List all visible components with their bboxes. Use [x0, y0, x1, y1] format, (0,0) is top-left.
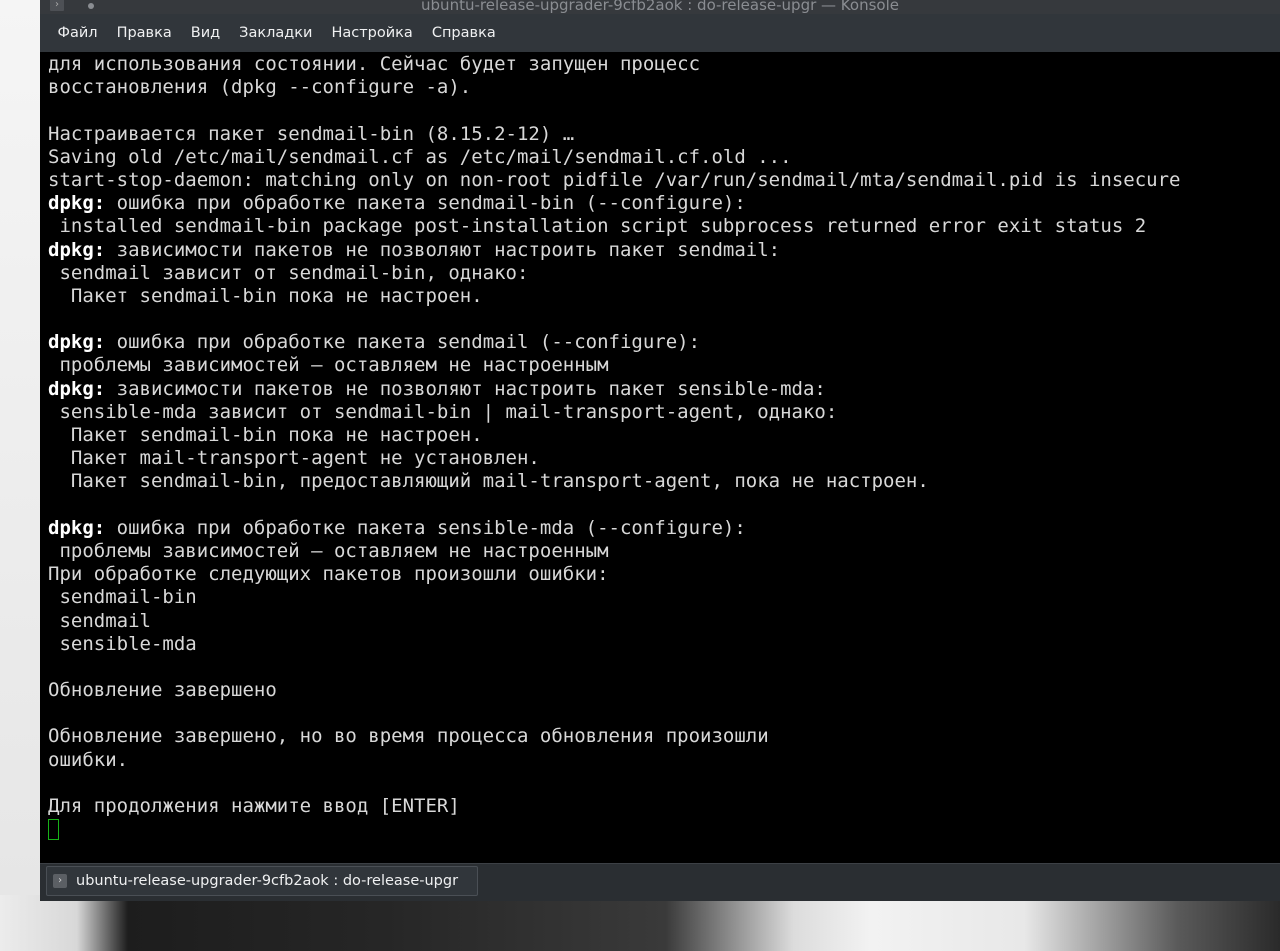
- tab-label: ubuntu-release-upgrader-9cfb2aok : do-re…: [76, 873, 459, 889]
- terminal-line: dpkg: ошибка при обработке пакета sensib…: [48, 517, 1280, 540]
- terminal-line-text: start-stop-daemon: matching only on non-…: [48, 168, 1181, 191]
- terminal-line-text: Saving old /etc/mail/sendmail.cf as /etc…: [48, 145, 792, 168]
- menu-item-0[interactable]: Файл: [48, 25, 107, 41]
- terminal-line: Saving old /etc/mail/sendmail.cf as /etc…: [48, 146, 1280, 169]
- terminal-line-text: зависимости пакетов не позволяют настрои…: [105, 238, 781, 261]
- terminal-lines: для использования состоянии. Сейчас буде…: [48, 53, 1280, 841]
- terminal-line: dpkg: ошибка при обработке пакета sendma…: [48, 192, 1280, 215]
- terminal-output[interactable]: для использования состоянии. Сейчас буде…: [48, 53, 1280, 863]
- terminal-line-text: sensible-mda зависит от sendmail-bin | m…: [48, 400, 838, 423]
- terminal-line-text: для использования состоянии. Сейчас буде…: [48, 53, 701, 75]
- terminal-line-text: Пакет sendmail-bin пока не настроен.: [48, 424, 483, 446]
- terminal-line: Пакет sendmail-bin пока не настроен.: [48, 424, 1280, 447]
- terminal-line: installed sendmail-bin package post-inst…: [48, 215, 1280, 238]
- menu-item-2[interactable]: Вид: [181, 25, 229, 41]
- terminal-line: start-stop-daemon: matching only on non-…: [48, 169, 1280, 192]
- terminal-line: Для продолжения нажмите ввод [ENTER]: [48, 795, 1280, 818]
- terminal-line-text: Пакет mail-transport-agent не установлен…: [48, 447, 540, 470]
- terminal-line: восстановления (dpkg --configure -a).: [48, 76, 1280, 99]
- dpkg-prefix: dpkg:: [48, 377, 106, 400]
- terminal-prompt-line[interactable]: [48, 818, 1280, 841]
- terminal-line: ошибки.: [48, 749, 1280, 772]
- terminal-line-text: ошибка при обработке пакета sendmail-bin…: [105, 192, 746, 215]
- menu-item-4[interactable]: Настройка: [322, 25, 422, 41]
- terminal-line: sensible-mda: [48, 633, 1280, 656]
- terminal-line-text: проблемы зависимостей — оставляем не нас…: [48, 539, 609, 562]
- terminal-icon: ›: [53, 874, 67, 888]
- tab-session[interactable]: › ubuntu-release-upgrader-9cfb2aok : do-…: [46, 866, 478, 896]
- terminal-line-text: Обновление завершено, но во время процес…: [48, 725, 769, 748]
- konsole-window: › ubuntu-release-upgrader-9cfb2aok : do-…: [40, 0, 1280, 901]
- terminal-line: Настраивается пакет sendmail-bin (8.15.2…: [48, 123, 1280, 146]
- terminal-line-text: installed sendmail-bin package post-inst…: [48, 215, 1147, 238]
- window-title: ubuntu-release-upgrader-9cfb2aok : do-re…: [421, 0, 899, 14]
- terminal-line: для использования состоянии. Сейчас буде…: [48, 53, 1280, 76]
- terminal-line-text: Для продолжения нажмите ввод [ENTER]: [48, 795, 460, 817]
- terminal-line-text: sendmail-bin: [48, 586, 197, 609]
- terminal-line-text: восстановления (dpkg --configure -a).: [48, 76, 472, 99]
- terminal-line-text: проблемы зависимостей — оставляем не нас…: [48, 354, 609, 377]
- terminal-line-text: зависимости пакетов не позволяют настрои…: [105, 377, 826, 400]
- dpkg-prefix: dpkg:: [48, 331, 106, 354]
- dpkg-prefix: dpkg:: [48, 192, 106, 215]
- terminal-line: sendmail: [48, 610, 1280, 633]
- terminal-line: Обновление завершено: [48, 679, 1280, 702]
- terminal-line-text: sendmail: [48, 609, 151, 632]
- terminal-line: Пакет sendmail-bin, предоставляющий mail…: [48, 470, 1280, 493]
- terminal-line-text: ошибка при обработке пакета sendmail (--…: [105, 331, 701, 354]
- terminal-line: sendmail зависит от sendmail-bin, однако…: [48, 262, 1280, 285]
- terminal-line-text: sendmail зависит от sendmail-bin, однако…: [48, 261, 529, 284]
- tab-bar: › ubuntu-release-upgrader-9cfb2aok : do-…: [40, 863, 1280, 901]
- terminal-line-text: Пакет sendmail-bin, предоставляющий mail…: [48, 470, 929, 493]
- terminal-line: sendmail-bin: [48, 586, 1280, 609]
- dpkg-prefix: dpkg:: [48, 516, 106, 539]
- terminal-line: Пакет sendmail-bin пока не настроен.: [48, 285, 1280, 308]
- menu-item-5[interactable]: Справка: [422, 25, 505, 41]
- terminal-line-text: ошибка при обработке пакета sensible-mda…: [105, 516, 746, 539]
- terminal-line: sensible-mda зависит от sendmail-bin | m…: [48, 401, 1280, 424]
- menu-item-1[interactable]: Правка: [107, 25, 181, 41]
- terminal-line-text: Настраивается пакет sendmail-bin (8.15.2…: [48, 122, 575, 145]
- terminal-line-text: Пакет sendmail-bin пока не настроен.: [48, 284, 483, 307]
- menu-item-3[interactable]: Закладки: [230, 25, 322, 41]
- terminal-line: Обновление завершено, но во время процес…: [48, 725, 1280, 748]
- terminal-line: Пакет mail-transport-agent не установлен…: [48, 447, 1280, 470]
- desktop-wallpaper-bottom: [0, 895, 1280, 951]
- dpkg-prefix: dpkg:: [48, 238, 106, 261]
- terminal-line: dpkg: зависимости пакетов не позволяют н…: [48, 239, 1280, 262]
- terminal-line: При обработке следующих пакетов произошл…: [48, 563, 1280, 586]
- terminal-line: dpkg: ошибка при обработке пакета sendma…: [48, 331, 1280, 354]
- terminal-line-text: ошибки.: [48, 748, 129, 771]
- terminal-line: проблемы зависимостей — оставляем не нас…: [48, 540, 1280, 563]
- terminal-line-text: Обновление завершено: [48, 679, 277, 702]
- desktop-wallpaper-left: [0, 0, 44, 900]
- terminal-line: dpkg: зависимости пакетов не позволяют н…: [48, 378, 1280, 401]
- window-titlebar[interactable]: › ubuntu-release-upgrader-9cfb2aok : do-…: [40, 0, 1280, 14]
- terminal-line: проблемы зависимостей — оставляем не нас…: [48, 354, 1280, 377]
- terminal-line-text: При обработке следующих пакетов произошл…: [48, 563, 609, 586]
- text-cursor: [48, 819, 59, 841]
- menu-bar: Файл Правка Вид Закладки Настройка Справка: [40, 14, 1280, 52]
- terminal-line-text: sensible-mda: [48, 632, 197, 655]
